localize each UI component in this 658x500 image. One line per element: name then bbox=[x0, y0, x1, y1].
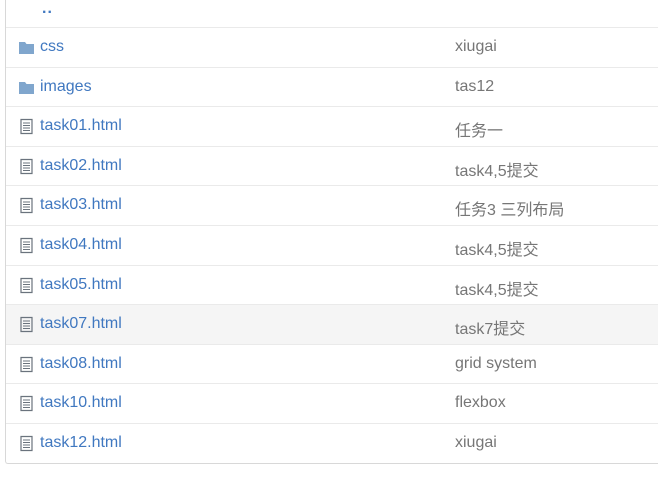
commit-message-link[interactable]: flexbox bbox=[455, 394, 506, 412]
file-row[interactable]: css xiugai bbox=[6, 27, 658, 67]
file-row[interactable]: task05.html task4,5提交 bbox=[6, 264, 658, 305]
commit-message-link[interactable]: task4,5提交 bbox=[455, 276, 539, 300]
commit-message-link[interactable]: xiugai bbox=[455, 38, 497, 56]
folder-icon bbox=[19, 81, 34, 94]
folder-icon bbox=[19, 42, 34, 54]
commit-message-link[interactable]: task7提交 bbox=[455, 315, 525, 339]
file-name-link[interactable]: task08.html bbox=[40, 355, 122, 373]
file-name-link[interactable]: task04.html bbox=[40, 236, 122, 254]
file-name-link[interactable]: images bbox=[40, 78, 92, 96]
file-row[interactable]: task10.html flexbox bbox=[6, 383, 658, 423]
file-text-icon bbox=[20, 158, 33, 174]
file-text-icon bbox=[20, 317, 33, 333]
commit-message-link[interactable]: tas12 bbox=[455, 78, 494, 96]
parent-directory-row[interactable]: .. bbox=[6, 0, 658, 27]
file-row[interactable]: task07.html task7提交 bbox=[6, 304, 658, 344]
file-text-icon bbox=[20, 277, 33, 293]
commit-message-link[interactable]: task4,5提交 bbox=[455, 236, 539, 260]
file-name-link[interactable]: task10.html bbox=[40, 394, 122, 412]
commit-message-link[interactable]: 任务3 三列布局 bbox=[455, 196, 564, 220]
file-name-link[interactable]: task03.html bbox=[40, 196, 122, 214]
parent-directory-link[interactable]: .. bbox=[42, 0, 53, 18]
file-row[interactable]: task02.html task4,5提交 bbox=[6, 145, 658, 186]
file-row[interactable]: task12.html xiugai bbox=[6, 422, 658, 463]
file-text-icon bbox=[20, 396, 33, 412]
file-name-link[interactable]: task02.html bbox=[40, 157, 122, 175]
file-name-link[interactable]: task05.html bbox=[40, 276, 122, 294]
commit-message-link[interactable]: xiugai bbox=[455, 434, 497, 452]
commit-message-link[interactable]: 任务一 bbox=[455, 117, 503, 141]
file-name-link[interactable]: task01.html bbox=[40, 117, 122, 135]
file-text-icon bbox=[20, 119, 33, 135]
file-text-icon bbox=[20, 237, 33, 254]
file-row[interactable]: task08.html grid system bbox=[6, 343, 658, 384]
file-name-link[interactable]: task07.html bbox=[40, 315, 122, 333]
file-text-icon bbox=[20, 435, 33, 452]
file-row[interactable]: task03.html 任务3 三列布局 bbox=[6, 185, 658, 225]
file-name-link[interactable]: task12.html bbox=[40, 434, 122, 452]
file-row[interactable]: task01.html 任务一 bbox=[6, 106, 658, 146]
commit-message-link[interactable]: grid system bbox=[455, 355, 537, 373]
commit-message-link[interactable]: task4,5提交 bbox=[455, 157, 539, 181]
file-list-table: .. css xiugai images tas12 task01.html 任… bbox=[5, 0, 658, 464]
file-name-link[interactable]: css bbox=[40, 38, 64, 56]
file-row[interactable]: images tas12 bbox=[6, 66, 658, 107]
file-text-icon bbox=[20, 198, 33, 214]
file-text-icon bbox=[20, 356, 33, 372]
file-row[interactable]: task04.html task4,5提交 bbox=[6, 224, 658, 265]
